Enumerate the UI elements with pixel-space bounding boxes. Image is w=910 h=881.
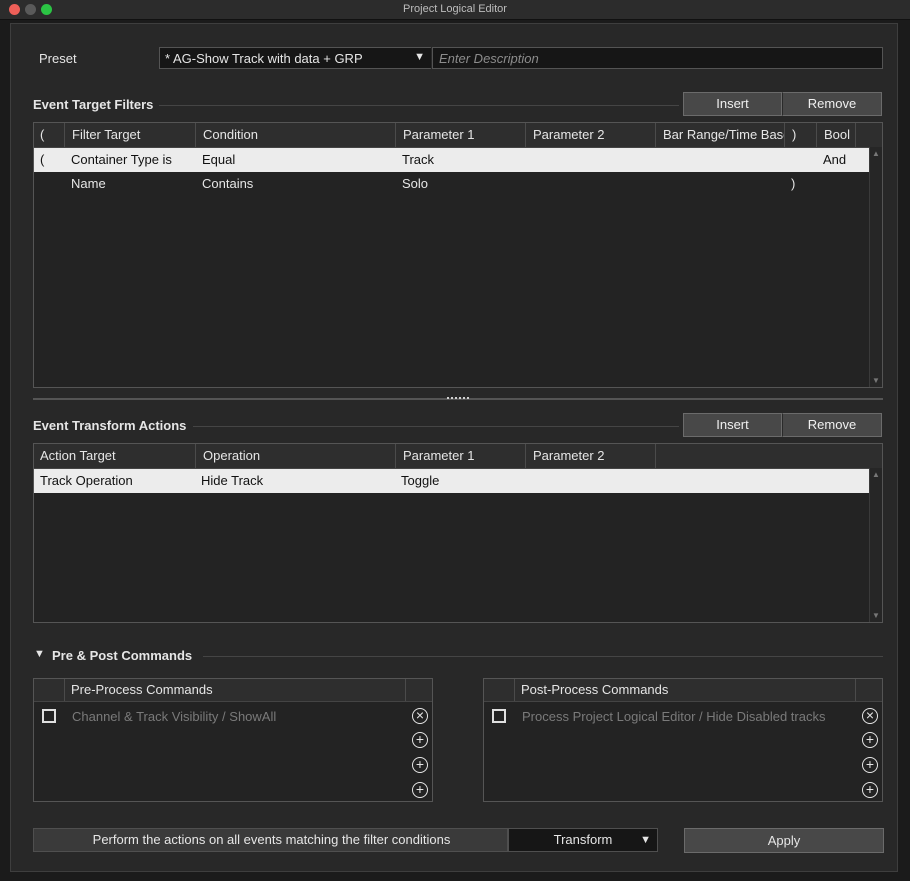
remove-command-icon[interactable]: × (412, 708, 428, 724)
column-header-parameter-2[interactable]: Parameter 2 (527, 444, 656, 468)
actions-button-group: Insert Remove (683, 413, 882, 437)
filter-open-paren[interactable]: ( (40, 148, 44, 172)
action-parameter-1[interactable]: Toggle (401, 469, 439, 493)
pre-command-text[interactable]: Channel & Track Visibility / ShowAll (72, 709, 276, 724)
column-header-action-target[interactable]: Action Target (34, 444, 196, 468)
actions-table[interactable]: Action Target Operation Parameter 1 Para… (33, 443, 883, 623)
column-header-filter-target[interactable]: Filter Target (66, 123, 196, 147)
footer-description-bar: Perform the actions on all events matchi… (33, 828, 508, 852)
actions-insert-button[interactable]: Insert (683, 413, 782, 437)
preset-dropdown-value: * AG-Show Track with data + GRP (165, 51, 363, 66)
filter-target[interactable]: Container Type is (71, 148, 172, 172)
filters-insert-button[interactable]: Insert (683, 92, 782, 116)
actions-section-title: Event Transform Actions (33, 418, 187, 433)
filter-condition[interactable]: Contains (202, 172, 253, 196)
column-header-close-paren[interactable]: ) (786, 123, 817, 147)
filters-section-title: Event Target Filters (33, 97, 154, 112)
dropdown-arrow-icon: ▼ (640, 834, 651, 846)
remove-command-icon[interactable]: × (862, 708, 878, 724)
action-row[interactable]: Track Operation Hide Track Toggle (34, 469, 869, 493)
post-command-checkbox[interactable] (492, 709, 506, 723)
column-header-open-paren[interactable]: ( (34, 123, 65, 147)
scroll-up-icon[interactable]: ▲ (872, 470, 880, 479)
description-input[interactable] (432, 47, 883, 69)
scroll-up-icon[interactable]: ▲ (872, 149, 880, 158)
function-mode-value: Transform (553, 832, 613, 847)
preset-label: Preset (39, 51, 77, 66)
add-command-icon[interactable]: + (412, 757, 428, 773)
section-divider (193, 426, 679, 427)
add-command-icon[interactable]: + (412, 732, 428, 748)
section-divider (203, 656, 883, 657)
filter-parameter-1[interactable]: Solo (402, 172, 428, 196)
pre-command-checkbox[interactable] (42, 709, 56, 723)
window-title: Project Logical Editor (403, 3, 507, 15)
column-header-bool[interactable]: Bool (818, 123, 856, 147)
filter-row[interactable]: Name Contains Solo ) (34, 172, 869, 196)
column-header-parameter-1[interactable]: Parameter 1 (397, 444, 526, 468)
checkbox-column-header (484, 679, 515, 701)
actions-remove-button[interactable]: Remove (782, 413, 882, 437)
filters-button-group: Insert Remove (683, 92, 882, 116)
filter-parameter-1[interactable]: Track (402, 148, 434, 172)
checkbox-column-header (34, 679, 65, 701)
post-process-table[interactable]: Post-Process Commands Process Project Lo… (483, 678, 883, 802)
logical-editor-panel: Preset * AG-Show Track with data + GRP ▼… (10, 23, 898, 872)
pre-process-header: Pre-Process Commands (34, 679, 432, 702)
filter-target[interactable]: Name (71, 172, 106, 196)
footer-description: Perform the actions on all events matchi… (92, 832, 451, 847)
column-header-parameter-2[interactable]: Parameter 2 (527, 123, 656, 147)
filter-bool[interactable]: And (823, 148, 846, 172)
column-header-bar-range[interactable]: Bar Range/Time Base (657, 123, 785, 147)
action-operation[interactable]: Hide Track (201, 469, 263, 493)
section-divider (159, 105, 679, 106)
pre-process-table[interactable]: Pre-Process Commands Channel & Track Vis… (33, 678, 433, 802)
scroll-down-icon[interactable]: ▼ (872, 376, 880, 385)
splitter-grip-icon[interactable] (447, 397, 469, 403)
preset-dropdown[interactable]: * AG-Show Track with data + GRP ▼ (159, 47, 431, 69)
add-command-icon[interactable]: + (412, 782, 428, 798)
disclosure-triangle-icon[interactable]: ▼ (34, 648, 45, 660)
filters-scrollbar[interactable]: ▲ ▼ (869, 147, 882, 387)
commands-section-title[interactable]: Pre & Post Commands (52, 648, 192, 663)
pre-process-column-header[interactable]: Pre-Process Commands (65, 679, 406, 701)
actions-scrollbar[interactable]: ▲ ▼ (869, 468, 882, 622)
actions-table-header: Action Target Operation Parameter 1 Para… (34, 444, 882, 469)
filter-condition[interactable]: Equal (202, 148, 235, 172)
scroll-down-icon[interactable]: ▼ (872, 611, 880, 620)
window-title-bar: Project Logical Editor (0, 0, 910, 20)
dropdown-arrow-icon: ▼ (414, 51, 425, 63)
post-process-header: Post-Process Commands (484, 679, 882, 702)
post-process-column-header[interactable]: Post-Process Commands (515, 679, 856, 701)
column-header-condition[interactable]: Condition (197, 123, 396, 147)
column-header-operation[interactable]: Operation (197, 444, 396, 468)
filter-close-paren[interactable]: ) (791, 172, 795, 196)
function-mode-dropdown[interactable]: Transform ▼ (508, 828, 658, 852)
post-command-text[interactable]: Process Project Logical Editor / Hide Di… (522, 709, 825, 724)
filter-row[interactable]: ( Container Type is Equal Track And (34, 148, 869, 172)
filters-table[interactable]: ( Filter Target Condition Parameter 1 Pa… (33, 122, 883, 388)
add-command-icon[interactable]: + (862, 757, 878, 773)
add-command-icon[interactable]: + (862, 782, 878, 798)
add-command-icon[interactable]: + (862, 732, 878, 748)
action-target[interactable]: Track Operation (40, 469, 133, 493)
apply-button[interactable]: Apply (684, 828, 884, 853)
filters-table-header: ( Filter Target Condition Parameter 1 Pa… (34, 123, 882, 148)
column-header-parameter-1[interactable]: Parameter 1 (397, 123, 526, 147)
filters-remove-button[interactable]: Remove (782, 92, 882, 116)
